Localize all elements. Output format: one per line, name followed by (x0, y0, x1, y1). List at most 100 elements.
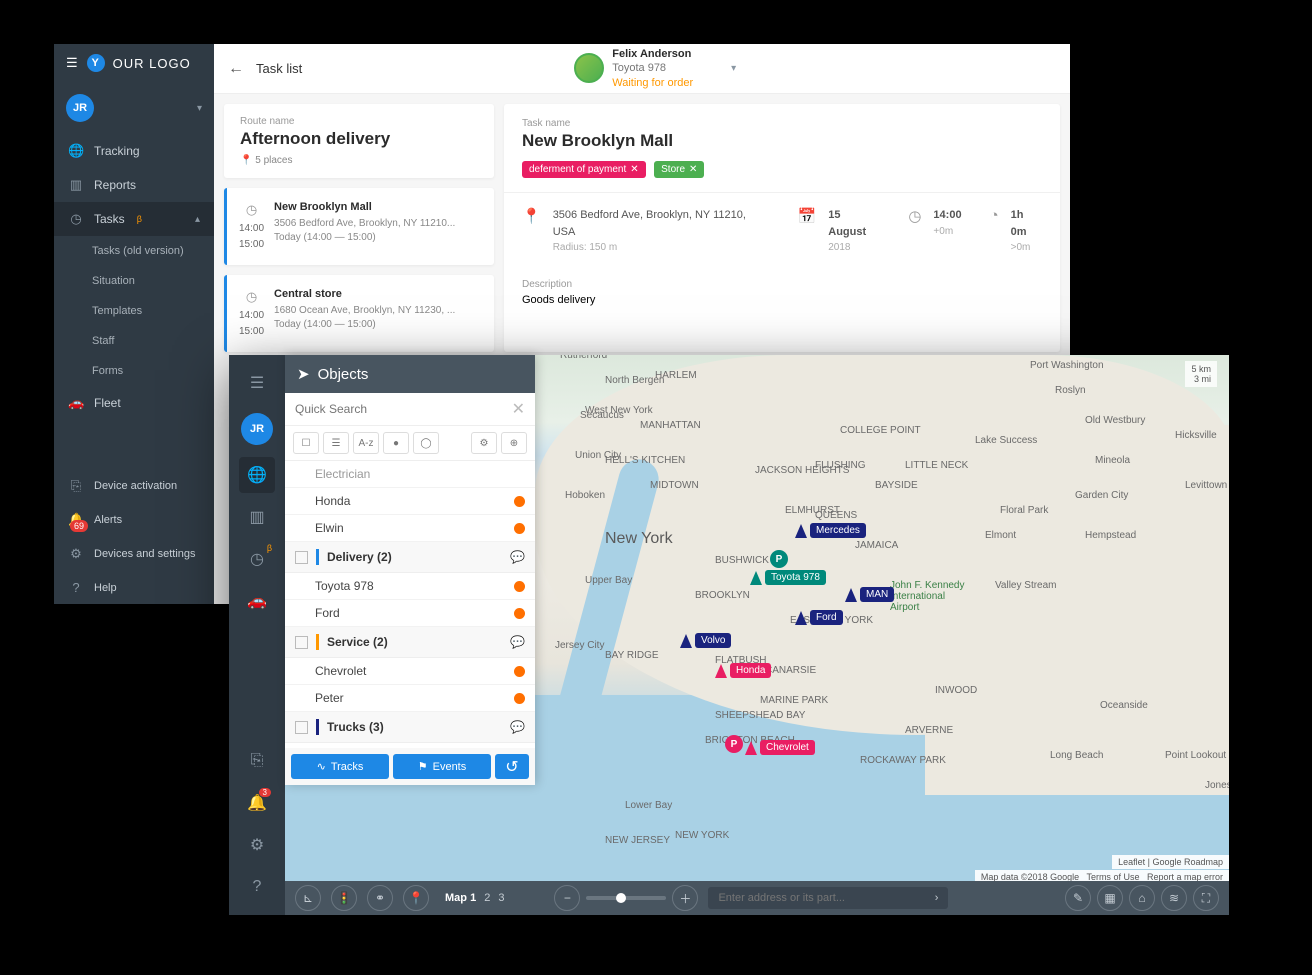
vehicle-marker[interactable]: Volvo (680, 633, 731, 648)
ruler-icon[interactable]: ⊾ (295, 885, 321, 911)
nav-settings[interactable]: ⚙ (239, 827, 275, 863)
breadcrumb[interactable]: Task list (256, 61, 302, 76)
avatar[interactable]: JR (241, 413, 273, 445)
object-item[interactable]: Peter (285, 685, 535, 712)
target-icon[interactable]: ⊕ (501, 432, 527, 454)
task-label: Task name (522, 118, 1042, 129)
nav-forms[interactable]: Forms (54, 356, 214, 386)
map-label: Hempstead (1085, 530, 1136, 541)
nav-tracking[interactable]: 🌐 (239, 457, 275, 493)
map-label: Port Washington (1030, 360, 1104, 371)
zoom-out-button[interactable]: − (554, 885, 580, 911)
sliders-icon[interactable]: ⚙ (471, 432, 497, 454)
pin-icon[interactable]: 📍 (403, 885, 429, 911)
vehicle-marker[interactable]: Ford (795, 610, 843, 625)
nav-help[interactable]: ? (239, 869, 275, 905)
map-label: CANARSIE (765, 665, 816, 676)
nav-reports[interactable]: ▥Reports (54, 168, 214, 202)
globe-icon: 🌐 (68, 143, 84, 159)
chat-icon[interactable]: 💬 (510, 550, 525, 564)
filter-dot-button[interactable]: ● (383, 432, 409, 454)
map-tab-1[interactable]: Map 1 (445, 892, 476, 904)
nav-situation[interactable]: Situation (54, 266, 214, 296)
close-icon[interactable]: ✕ (689, 164, 697, 175)
object-item[interactable]: Chevrolet (285, 658, 535, 685)
layers-icon[interactable]: ≋ (1161, 885, 1187, 911)
group-header[interactable]: Trucks (3)💬 (285, 712, 535, 743)
back-arrow-icon[interactable]: ← (228, 60, 244, 78)
fullscreen-icon[interactable]: ⛶ (1193, 885, 1219, 911)
clock-icon: ◷ (908, 207, 921, 225)
vehicle-marker[interactable]: Chevrolet (745, 740, 815, 755)
nav-alerts[interactable]: 🔔69Alerts (54, 503, 214, 537)
nav-activation[interactable]: ⎘ (239, 743, 275, 779)
vehicle-marker[interactable]: Mercedes (795, 523, 866, 538)
nav-tasks-old[interactable]: Tasks (old version) (54, 236, 214, 266)
vehicle-marker[interactable]: Honda (715, 663, 771, 678)
parking-pin[interactable]: P (770, 550, 788, 568)
filter-circle-button[interactable]: ◯ (413, 432, 439, 454)
group-header[interactable]: Service (2)💬 (285, 627, 535, 658)
tag-deferment[interactable]: deferment of payment✕ (522, 161, 646, 178)
history-button[interactable]: ↺ (495, 754, 529, 779)
zoom-slider[interactable] (586, 896, 666, 900)
home-icon[interactable]: ⌂ (1129, 885, 1155, 911)
task-row-1[interactable]: ◷14:0015:00 Central store1680 Ocean Ave,… (224, 275, 494, 352)
nav-fleet[interactable]: 🚗Fleet (54, 386, 214, 420)
draw-icon[interactable]: ✎ (1065, 885, 1091, 911)
nav-fleet[interactable]: 🚗 (239, 583, 275, 619)
search-input[interactable] (295, 402, 512, 416)
nav-tasks[interactable]: ◷β (239, 541, 275, 577)
user-chip[interactable]: JR ▾ (54, 82, 214, 134)
group-checkbox[interactable] (295, 721, 308, 734)
close-icon[interactable]: ✕ (630, 164, 638, 175)
tracks-tab[interactable]: ∿Tracks (291, 754, 389, 779)
object-item[interactable]: Toyota 978 (285, 573, 535, 600)
traffic-icon[interactable]: 🚦 (331, 885, 357, 911)
select-all-checkbox[interactable]: ☐ (293, 432, 319, 454)
object-item[interactable]: Elwin (285, 515, 535, 542)
map-label: Union City (575, 450, 621, 461)
nav-tracking[interactable]: 🌐Tracking (54, 134, 214, 168)
chat-icon[interactable]: 💬 (510, 635, 525, 649)
zoom-in-button[interactable]: ＋ (672, 885, 698, 911)
nav-activation[interactable]: ⎘Device activation (54, 469, 214, 503)
go-icon[interactable]: › (935, 892, 939, 904)
map-tab-3[interactable]: 3 (498, 892, 504, 904)
driver-selector[interactable]: Felix Anderson Toyota 978 Waiting for or… (574, 47, 736, 90)
tag-store[interactable]: Store✕ (654, 161, 704, 178)
nav-reports[interactable]: ▥ (239, 499, 275, 535)
nav-alerts[interactable]: 🔔3 (239, 785, 275, 821)
object-item[interactable]: Ford (285, 600, 535, 627)
clear-icon[interactable]: ✕ (512, 399, 525, 419)
vehicle-marker[interactable]: MAN (845, 587, 894, 602)
hamburger-icon[interactable]: ☰ (66, 55, 79, 71)
task-row-0[interactable]: ◷14:0015:00 New Brooklyn Mall3506 Bedfor… (224, 188, 494, 265)
group-checkbox[interactable] (295, 551, 308, 564)
address-input[interactable] (718, 892, 926, 904)
list-view-button[interactable]: ☰ (323, 432, 349, 454)
map-tab-2[interactable]: 2 (484, 892, 490, 904)
sort-alpha-button[interactable]: A-z (353, 432, 379, 454)
objects-list: ElectricianHondaElwinDelivery (2)💬Toyota… (285, 461, 535, 748)
flag-icon: ⚑ (418, 760, 428, 773)
date-cell: 📅15 August2018 (798, 207, 881, 255)
events-tab[interactable]: ⚑Events (393, 754, 491, 779)
object-item[interactable]: Honda (285, 488, 535, 515)
nav-devices[interactable]: ⚙Devices and settings (54, 537, 214, 571)
nav-help[interactable]: ?Help (54, 571, 214, 604)
nav-staff[interactable]: Staff (54, 326, 214, 356)
nav-tasks[interactable]: ◷Tasksβ▴ (54, 202, 214, 236)
vehicle-marker[interactable]: Toyota 978 (750, 570, 826, 585)
area-icon[interactable]: ▦ (1097, 885, 1123, 911)
chat-icon[interactable]: 💬 (510, 720, 525, 734)
nav-templates[interactable]: Templates (54, 296, 214, 326)
car-icon: 🚗 (68, 395, 84, 411)
group-header[interactable]: Delivery (2)💬 (285, 542, 535, 573)
hamburger-icon[interactable]: ☰ (239, 365, 275, 401)
alerts-badge: 3 (259, 788, 271, 797)
share-icon[interactable]: ⚭ (367, 885, 393, 911)
parking-pin[interactable]: P (725, 735, 743, 753)
group-checkbox[interactable] (295, 636, 308, 649)
route-icon: ∿ (317, 760, 326, 773)
